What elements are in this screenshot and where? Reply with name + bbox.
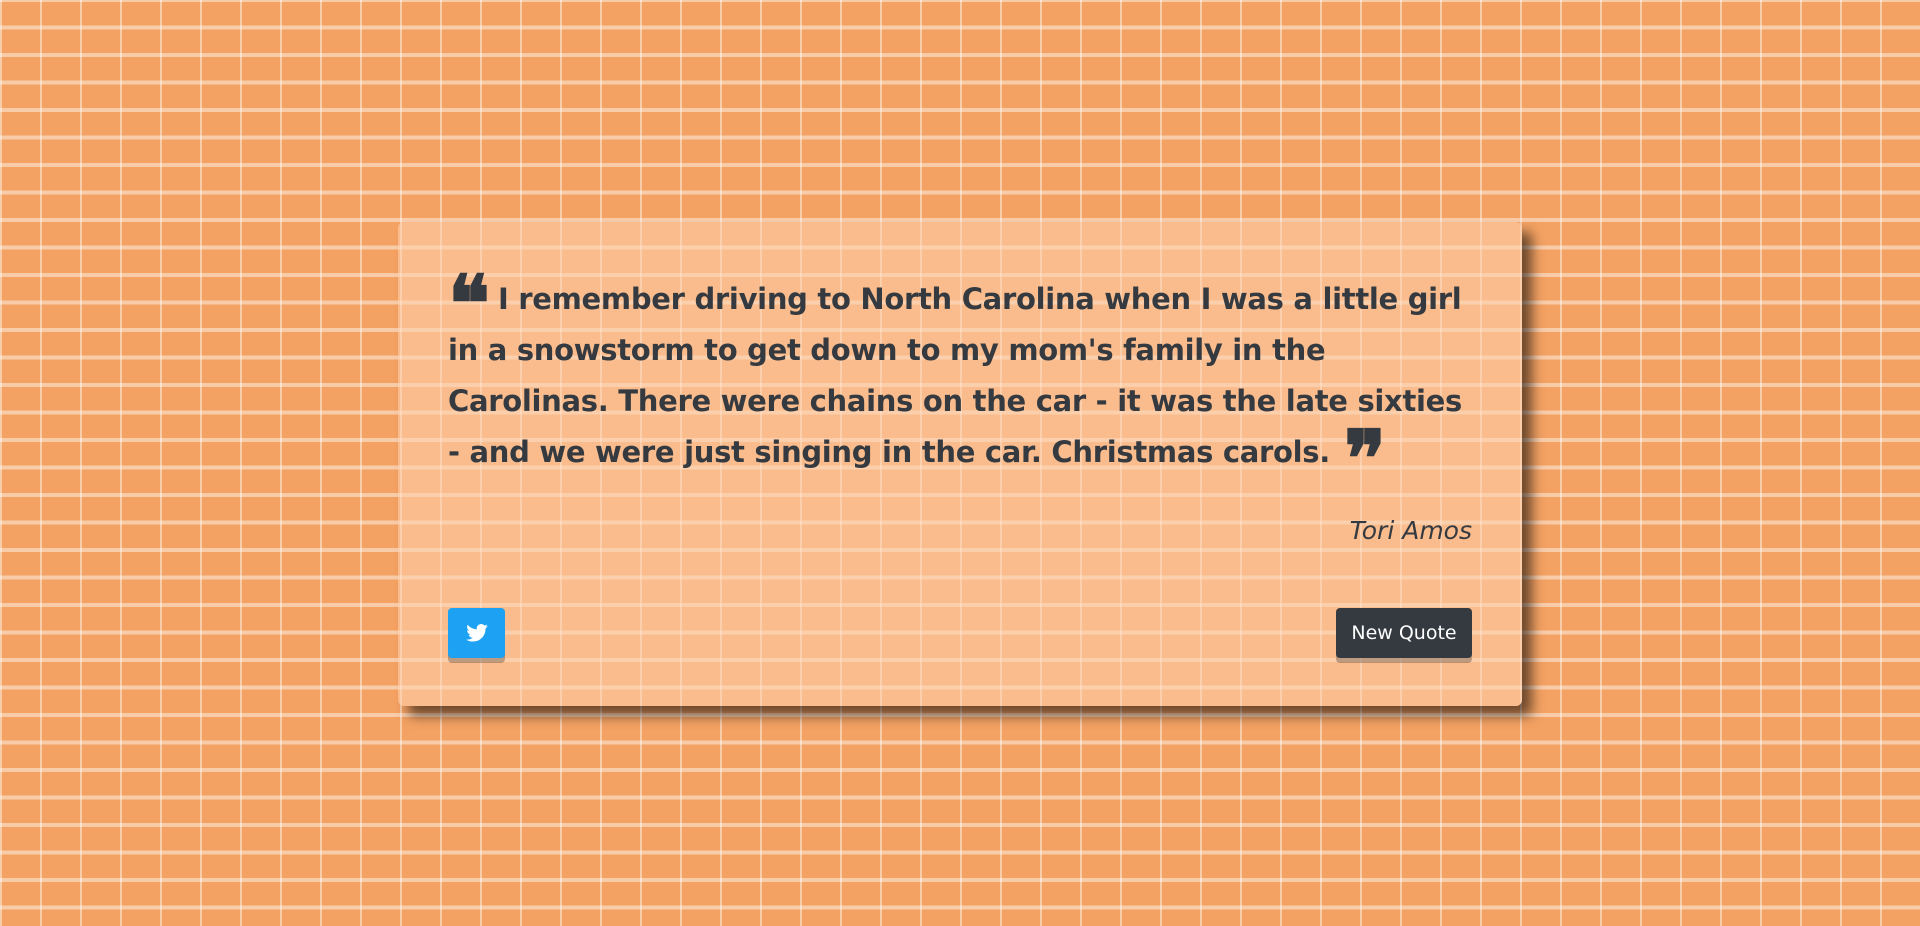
new-quote-button[interactable]: New Quote (1336, 608, 1472, 658)
twitter-icon (465, 624, 488, 642)
quote-text: I remember driving to North Carolina whe… (448, 282, 1462, 469)
quote-author: Tori Amos (1349, 516, 1472, 545)
tweet-quote-button[interactable] (448, 608, 505, 658)
quote-box: ❝ I remember driving to North Carolina wh… (398, 222, 1522, 706)
quote-text-block: ❝ I remember driving to North Carolina wh… (448, 259, 1462, 505)
